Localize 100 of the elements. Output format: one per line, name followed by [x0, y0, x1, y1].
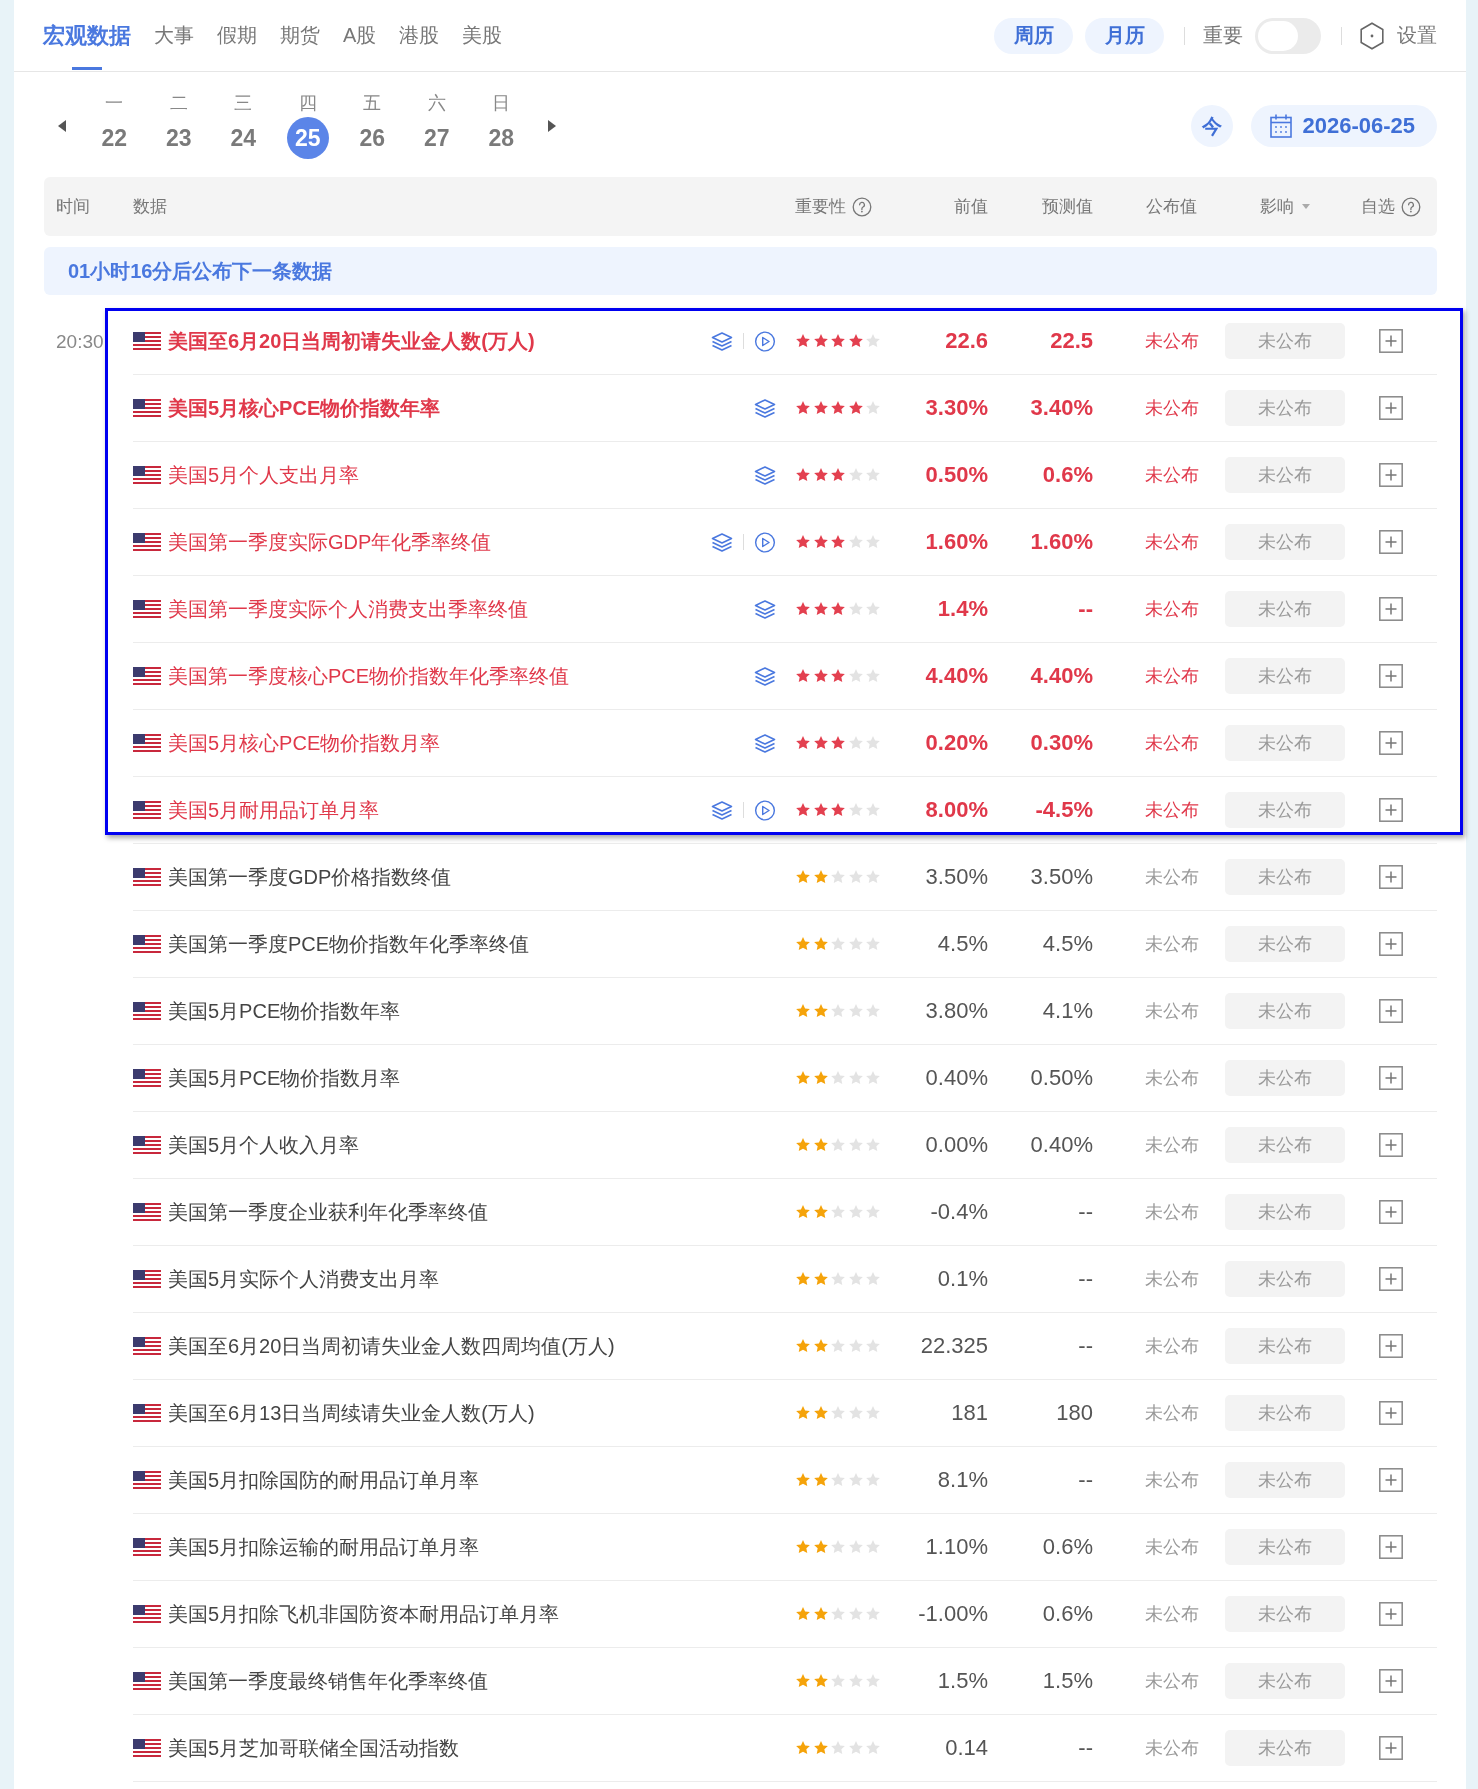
add-icon[interactable] — [1379, 1602, 1403, 1626]
event-name[interactable]: 美国5月PCE物价指数年率 — [168, 997, 401, 1025]
star-icon — [847, 1204, 864, 1220]
add-icon[interactable] — [1379, 1334, 1403, 1358]
add-icon[interactable] — [1379, 597, 1403, 621]
add-icon[interactable] — [1379, 1669, 1403, 1693]
nav-tab[interactable]: 美股 — [462, 0, 503, 71]
event-name[interactable]: 美国5月PCE物价指数月率 — [168, 1064, 401, 1092]
event-name[interactable]: 美国第一季度最终销售年化季率终值 — [168, 1667, 488, 1695]
play-icon[interactable] — [754, 531, 776, 553]
layers-icon[interactable] — [754, 397, 776, 419]
event-name[interactable]: 美国5月扣除飞机非国防资本耐用品订单月率 — [168, 1600, 560, 1628]
event-name[interactable]: 美国5月扣除运输的耐用品订单月率 — [168, 1533, 480, 1561]
add-icon[interactable] — [1379, 396, 1403, 420]
nav-tab[interactable]: 期货 — [280, 0, 320, 71]
add-icon[interactable] — [1379, 664, 1403, 688]
add-icon[interactable] — [1379, 530, 1403, 554]
event-name[interactable]: 美国5月扣除国防的耐用品订单月率 — [168, 1466, 480, 1494]
date-button[interactable]: 26 — [351, 117, 394, 159]
star-icon — [812, 1472, 829, 1488]
layers-icon[interactable] — [754, 665, 776, 687]
add-icon[interactable] — [1379, 1066, 1403, 1090]
date-button[interactable]: 24 — [222, 117, 265, 159]
add-icon[interactable] — [1379, 1200, 1403, 1224]
forecast-value: 4.40% — [1030, 663, 1093, 689]
weekday-label: 日 — [492, 93, 511, 113]
layers-icon[interactable] — [711, 531, 733, 553]
today-button[interactable]: 今 — [1191, 105, 1234, 147]
event-name[interactable]: 美国5月耐用品订单月率 — [168, 796, 380, 824]
event-name[interactable]: 美国至6月13日当周续请失业金人数(万人) — [168, 1399, 535, 1427]
add-icon[interactable] — [1379, 1535, 1403, 1559]
add-icon[interactable] — [1379, 865, 1403, 889]
nav-tab[interactable]: A股 — [343, 0, 377, 71]
event-name[interactable]: 美国第一季度实际GDP年化季率终值 — [168, 528, 492, 556]
add-icon[interactable] — [1379, 1133, 1403, 1157]
event-name[interactable]: 美国至6月20日当周初请失业金人数四周均值(万人) — [168, 1332, 615, 1360]
event-name[interactable]: 美国第一季度企业获利年化季率终值 — [168, 1198, 488, 1226]
nav-tab[interactable]: 大事 — [154, 0, 194, 71]
event-name[interactable]: 美国第一季度实际个人消费支出季率终值 — [168, 595, 528, 623]
caret-down-icon[interactable] — [1302, 204, 1310, 209]
play-icon[interactable] — [754, 799, 776, 821]
add-icon[interactable] — [1379, 798, 1403, 822]
previous-value: 3.30% — [925, 395, 988, 421]
impact-tag: 未公布 — [1225, 1395, 1345, 1431]
help-icon[interactable] — [852, 196, 872, 217]
event-name[interactable]: 美国至6月20日当周初请失业金人数(万人) — [168, 327, 535, 355]
star-icon — [830, 1204, 846, 1220]
star-icon — [865, 1472, 881, 1488]
add-icon[interactable] — [1379, 999, 1403, 1023]
play-icon[interactable] — [754, 330, 776, 352]
layers-icon[interactable] — [754, 464, 776, 486]
nav-tab[interactable]: 假期 — [217, 0, 257, 71]
nav-tab[interactable]: 港股 — [399, 0, 440, 71]
add-icon[interactable] — [1379, 932, 1403, 956]
forecast-value: 0.40% — [1030, 1132, 1093, 1158]
weekday-label: 一 — [105, 93, 124, 113]
add-icon[interactable] — [1379, 1468, 1403, 1492]
add-icon[interactable] — [1379, 1736, 1403, 1760]
impact-tag: 未公布 — [1225, 1194, 1345, 1230]
date-picker-button[interactable]: 2026-06-25 — [1251, 105, 1437, 147]
star-icon — [812, 333, 829, 349]
add-icon[interactable] — [1379, 1401, 1403, 1425]
add-icon[interactable] — [1379, 1267, 1403, 1291]
add-icon[interactable] — [1379, 463, 1403, 487]
star-icon — [795, 1003, 811, 1019]
event-name[interactable]: 美国第一季度GDP价格指数终值 — [168, 863, 452, 891]
event-name[interactable]: 美国5月核心PCE物价指数年率 — [168, 394, 441, 422]
weekday-label: 四 — [298, 93, 317, 113]
nav-tab[interactable]: 宏观数据 — [43, 0, 131, 71]
caret-right-icon[interactable] — [547, 120, 556, 132]
date-button[interactable]: 28 — [480, 117, 523, 159]
view-mode-button[interactable]: 周历 — [994, 17, 1073, 54]
date-button[interactable]: 23 — [157, 117, 200, 159]
date-button[interactable]: 25 — [286, 117, 329, 159]
add-icon[interactable] — [1379, 329, 1403, 353]
actual-value: 未公布 — [1144, 732, 1199, 755]
star-icon — [830, 1137, 846, 1153]
star-icon — [847, 333, 864, 349]
layers-icon[interactable] — [711, 330, 733, 352]
event-name[interactable]: 美国5月核心PCE物价指数月率 — [168, 729, 441, 757]
add-icon[interactable] — [1379, 731, 1403, 755]
date-button[interactable]: 22 — [93, 117, 136, 159]
view-mode-button[interactable]: 月历 — [1085, 17, 1164, 54]
event-name[interactable]: 美国5月个人收入月率 — [168, 1131, 360, 1159]
event-name[interactable]: 美国5月实际个人消费支出月率 — [168, 1265, 440, 1293]
impact-tag: 未公布 — [1225, 859, 1345, 895]
layers-icon[interactable] — [754, 598, 776, 620]
date-button[interactable]: 27 — [415, 117, 458, 159]
actual-value: 未公布 — [1144, 464, 1199, 487]
layers-icon[interactable] — [754, 732, 776, 754]
event-name[interactable]: 美国第一季度核心PCE物价指数年化季率终值 — [168, 662, 570, 690]
layers-icon[interactable] — [711, 799, 733, 821]
star-icon — [865, 869, 881, 885]
settings-button[interactable]: 设置 — [1360, 21, 1437, 50]
event-name[interactable]: 美国第一季度PCE物价指数年化季率终值 — [168, 930, 530, 958]
event-name[interactable]: 美国5月个人支出月率 — [168, 461, 360, 489]
event-name[interactable]: 美国5月芝加哥联储全国活动指数 — [168, 1734, 460, 1762]
caret-left-icon[interactable] — [58, 120, 66, 132]
star-icon — [795, 400, 811, 416]
help-icon[interactable] — [1401, 196, 1421, 217]
